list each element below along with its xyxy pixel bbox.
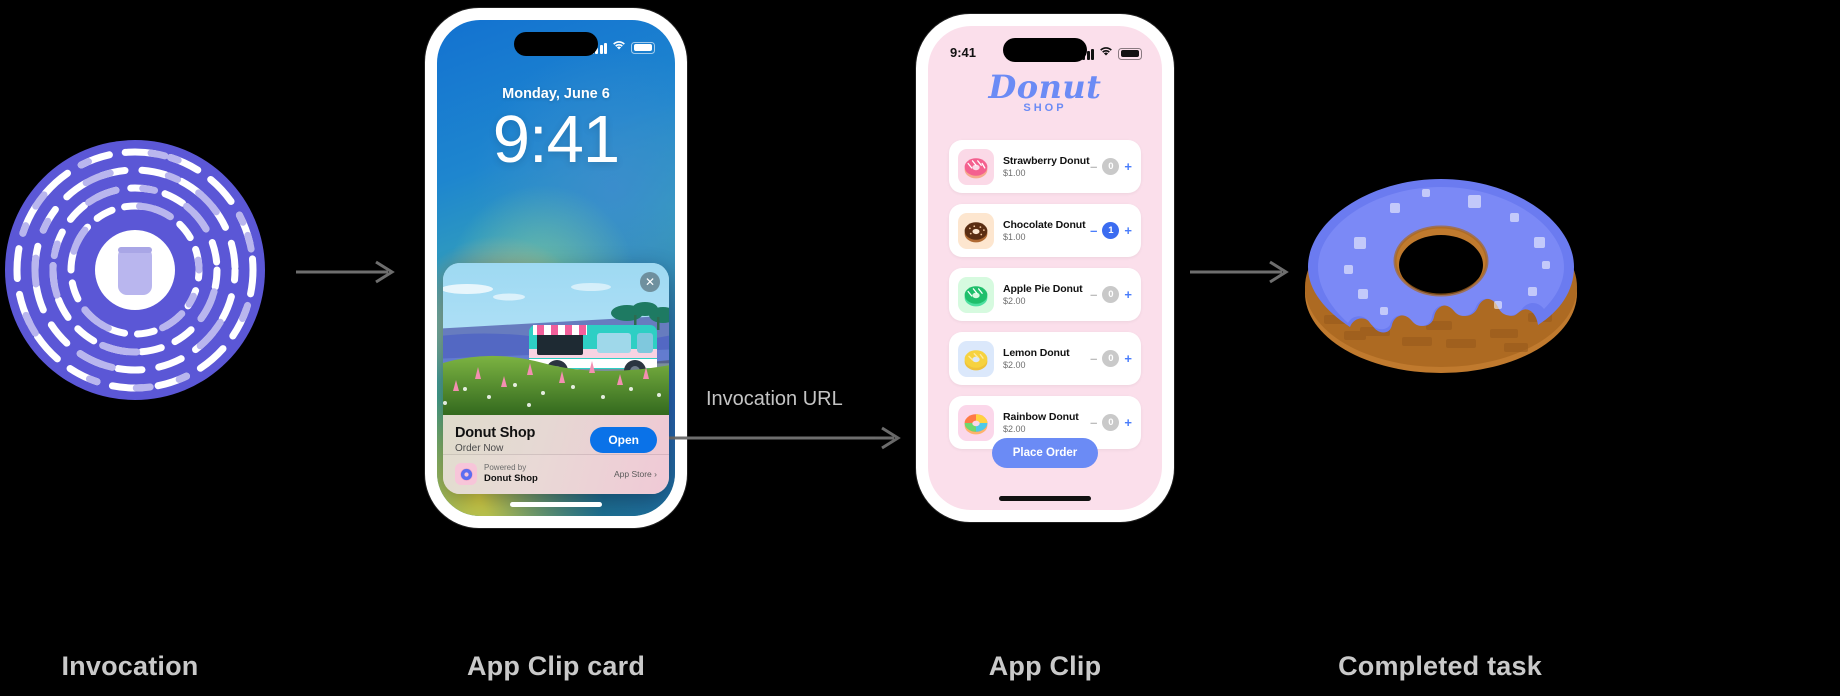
home-indicator xyxy=(999,496,1091,501)
shop-logo: Donut SHOP xyxy=(928,68,1162,114)
caption-invocation: Invocation xyxy=(61,651,199,681)
quantity-stepper: – 1 + xyxy=(1090,222,1132,239)
decrement-button[interactable]: – xyxy=(1090,160,1097,173)
quantity-stepper: – 0 + xyxy=(1090,414,1132,431)
battery-icon xyxy=(631,41,655,54)
blue-glazed-donut-icon xyxy=(1298,165,1584,380)
powered-by-label: Powered by xyxy=(484,463,527,473)
dynamic-island xyxy=(1003,38,1087,62)
increment-button[interactable]: + xyxy=(1124,160,1132,173)
donut-info: Chocolate Donut $1.00 xyxy=(994,219,1090,242)
quantity-stepper: – 0 + xyxy=(1090,158,1132,175)
app-clip-code-icon xyxy=(5,140,265,400)
status-right-lock xyxy=(590,39,655,54)
phone-lock-screen: Monday, June 6 9:41 ✕ Donut Shop Order N… xyxy=(425,8,687,528)
quantity-stepper: – 0 + xyxy=(1090,286,1132,303)
app-clip-card-title: Donut Shop xyxy=(455,425,536,441)
donut-list-item[interactable]: Lemon Donut $2.00 – 0 + xyxy=(949,332,1141,385)
caption-app-clip: App Clip xyxy=(988,651,1102,681)
donut-list: Strawberry Donut $1.00 – 0 + Chocolate D… xyxy=(949,140,1141,460)
donut-price: $2.00 xyxy=(1003,424,1026,434)
donut-info: Lemon Donut $2.00 xyxy=(994,347,1090,370)
increment-button[interactable]: + xyxy=(1124,352,1132,365)
footer-developer-text: Powered by Donut Shop xyxy=(484,463,538,485)
dynamic-island xyxy=(514,32,598,56)
lock-screen-time: 9:41 xyxy=(492,102,620,177)
quantity-stepper: – 0 + xyxy=(1090,350,1132,367)
chocolate-donut-icon xyxy=(958,212,994,249)
developer-name: Donut Shop xyxy=(484,473,538,485)
caption-app-clip-card: App Clip card xyxy=(466,651,646,681)
phone-app-clip: 9:41 Donut SHOP Strawberry Donut $1.00 –… xyxy=(916,14,1174,522)
close-icon[interactable]: ✕ xyxy=(640,272,660,292)
donut-list-item[interactable]: Strawberry Donut $1.00 – 0 + xyxy=(949,140,1141,193)
battery-icon xyxy=(1118,47,1142,60)
footer-developer: Powered by Donut Shop xyxy=(455,463,538,485)
status-time-clip: 9:41 xyxy=(950,44,977,60)
status-right-clip xyxy=(1077,45,1142,60)
donut-info: Apple Pie Donut $2.00 xyxy=(994,283,1090,306)
donut-price: $2.00 xyxy=(1003,360,1026,370)
wifi-icon xyxy=(1099,45,1113,60)
donut-name: Apple Pie Donut xyxy=(1003,283,1083,295)
arrow-card-to-clip xyxy=(668,424,906,452)
app-store-link[interactable]: App Store › xyxy=(614,469,657,479)
caption-completed-task: Completed task xyxy=(1338,651,1542,681)
lemon-donut-icon xyxy=(958,340,994,377)
increment-button[interactable]: + xyxy=(1124,224,1132,237)
app-clip-card-hero-image: ✕ xyxy=(443,263,669,415)
increment-button[interactable]: + xyxy=(1124,416,1132,429)
donut-name: Strawberry Donut xyxy=(1003,155,1090,167)
quantity-value: 0 xyxy=(1102,414,1120,431)
donut-app-icon xyxy=(455,463,477,485)
donut-info: Rainbow Donut $2.00 xyxy=(994,411,1090,434)
app-clip-screen: 9:41 Donut SHOP Strawberry Donut $1.00 –… xyxy=(928,26,1162,510)
chevron-right-icon: › xyxy=(654,469,657,479)
place-order-button[interactable]: Place Order xyxy=(992,438,1098,468)
quantity-value: 1 xyxy=(1102,222,1120,239)
app-clip-card-body: Donut Shop Order Now Open xyxy=(443,415,669,454)
quantity-value: 0 xyxy=(1102,350,1120,367)
decrement-button[interactable]: – xyxy=(1090,224,1097,237)
donut-list-item[interactable]: Apple Pie Donut $2.00 – 0 + xyxy=(949,268,1141,321)
home-indicator xyxy=(510,502,602,507)
donut-price: $2.00 xyxy=(1003,296,1026,306)
donut-info: Strawberry Donut $1.00 xyxy=(994,155,1090,178)
wifi-icon xyxy=(612,39,626,54)
app-clip-card-footer: Powered by Donut Shop App Store › xyxy=(443,454,669,494)
shop-logo-main: Donut xyxy=(988,68,1102,106)
decrement-button[interactable]: – xyxy=(1090,288,1097,301)
quantity-value: 0 xyxy=(1102,286,1120,303)
open-button[interactable]: Open xyxy=(590,426,657,453)
strawberry-donut-icon xyxy=(958,148,994,185)
donut-name: Rainbow Donut xyxy=(1003,411,1079,423)
app-clip-card[interactable]: ✕ Donut Shop Order Now Open Powered by D… xyxy=(443,263,669,494)
arrow-clip-to-completed xyxy=(1190,258,1294,286)
invocation-url-label: Invocation URL xyxy=(706,388,843,410)
decrement-button[interactable]: – xyxy=(1090,416,1097,429)
donut-list-item[interactable]: Chocolate Donut $1.00 – 1 + xyxy=(949,204,1141,257)
decrement-button[interactable]: – xyxy=(1090,352,1097,365)
app-clip-card-subtitle: Order Now xyxy=(455,443,504,454)
app-clip-card-text: Donut Shop Order Now xyxy=(455,425,535,454)
shop-logo-sub: SHOP xyxy=(1023,102,1067,114)
app-store-label: App Store xyxy=(613,469,652,479)
donut-price: $1.00 xyxy=(1003,168,1026,178)
donut-name: Chocolate Donut xyxy=(1003,219,1086,231)
quantity-value: 0 xyxy=(1102,158,1120,175)
rainbow-donut-icon xyxy=(958,404,994,441)
diagram-stage: Invocation Monday, June 6 9:41 ✕ Donut S… xyxy=(0,0,1840,696)
donut-name: Lemon Donut xyxy=(1003,347,1070,359)
donut-price: $1.00 xyxy=(1003,232,1026,242)
increment-button[interactable]: + xyxy=(1124,288,1132,301)
arrow-invocation-to-card xyxy=(296,258,400,286)
apple-pie-donut-icon xyxy=(958,276,994,313)
lock-screen: Monday, June 6 9:41 ✕ Donut Shop Order N… xyxy=(437,20,675,516)
